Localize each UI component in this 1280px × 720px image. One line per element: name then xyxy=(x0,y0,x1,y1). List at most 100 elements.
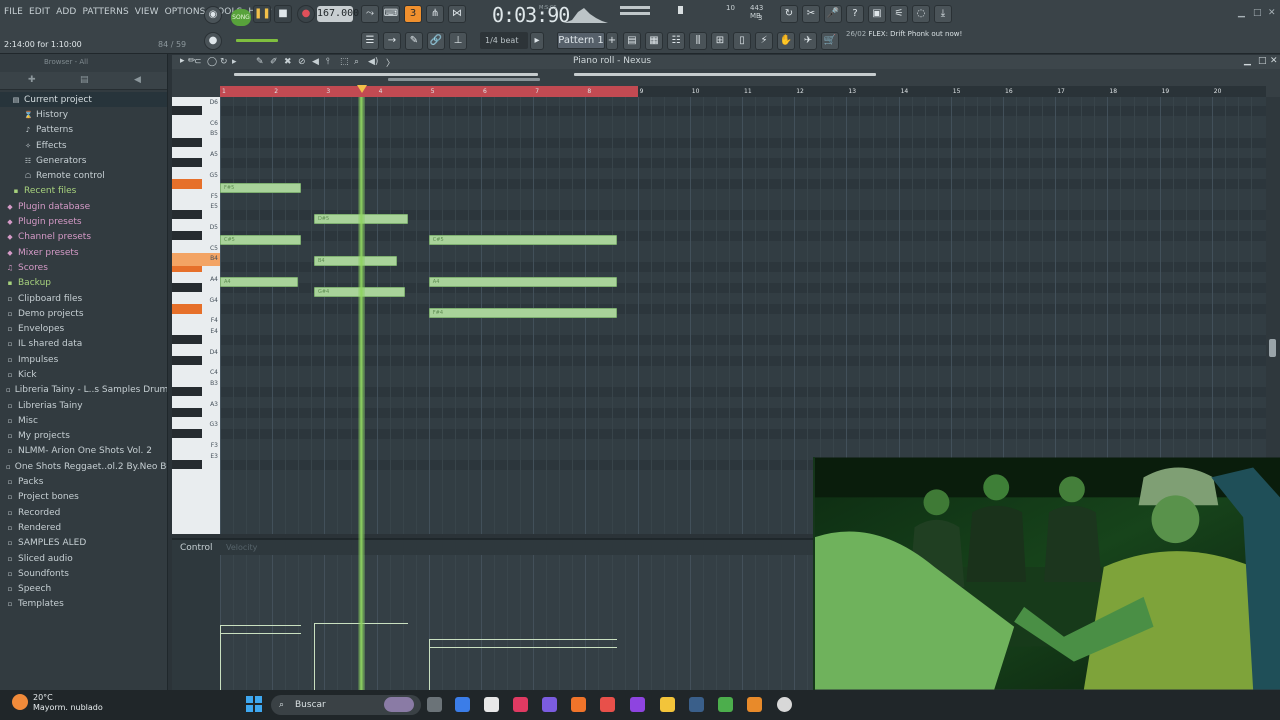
browser-item-nlmm-arion-one-shots-vol-2[interactable]: ▫ NLMM- Arion One Shots Vol. 2 xyxy=(0,444,167,459)
piano-roll-maximize-icon[interactable]: □ xyxy=(1258,56,1267,66)
browser-item-channel-presets[interactable]: ◆ Channel presets xyxy=(0,230,167,245)
download-icon[interactable]: ⤓ xyxy=(934,5,952,23)
song-time-display[interactable]: 0:03:90 xyxy=(492,3,570,27)
playlist-window-icon[interactable]: ▤ xyxy=(623,32,641,50)
plugin-picker-icon[interactable]: ⊞ xyxy=(711,32,729,50)
pattern-prev-icon[interactable]: ▸ xyxy=(530,32,544,50)
magnet-icon[interactable]: ⊂ xyxy=(194,57,202,67)
minimize-icon[interactable]: ▁ xyxy=(1238,8,1245,18)
browser-item-current-project[interactable]: ▤ Current project xyxy=(0,92,167,108)
zoom-scroll-thumb[interactable] xyxy=(574,73,876,76)
obs-icon[interactable] xyxy=(777,697,792,712)
control-target-selector[interactable]: Control xyxy=(180,543,213,553)
browser-item-misc[interactable]: ▫ Misc xyxy=(0,413,167,428)
piano-roll-window-icon[interactable]: ▦ xyxy=(645,32,663,50)
step-edit-icon[interactable]: ⋔ xyxy=(426,5,444,23)
help-icon[interactable]: ? xyxy=(846,5,864,23)
browser-item-soundfonts[interactable]: ▫ Soundfonts xyxy=(0,566,167,581)
browser-item-scores[interactable]: ♫ Scores xyxy=(0,260,167,275)
browser-item-templates[interactable]: ▫ Templates xyxy=(0,597,167,612)
piano-black-key[interactable] xyxy=(172,231,202,241)
slip-tool-icon[interactable]: ◀ xyxy=(312,57,319,67)
browser-item-impulses[interactable]: ▫ Impulses xyxy=(0,352,167,367)
browser-item-librerias-tainy[interactable]: ▫ Librerias Tainy xyxy=(0,398,167,413)
piano-keyboard[interactable]: D6 C6 B5 A5 G5 F5 E5 D5 C5 B4 A4 G4 F4 E4 D4 C4 B3 A3 G3 F3… xyxy=(172,97,220,534)
playhead-marker-icon[interactable] xyxy=(357,85,367,93)
browser-item-recorded[interactable]: ▫ Recorded xyxy=(0,505,167,520)
video-icon[interactable]: ✈ xyxy=(799,32,817,50)
piano-black-key[interactable] xyxy=(172,335,202,345)
browser-item-effects[interactable]: ✧ Effects xyxy=(0,138,167,153)
microphone-icon[interactable]: 🎤 xyxy=(824,5,842,23)
blend-notes-icon[interactable]: ⋈ xyxy=(448,5,466,23)
firefox-icon[interactable] xyxy=(571,697,586,712)
select-tool-icon[interactable]: ⬚ xyxy=(340,57,349,67)
browser-item-plugin-presets[interactable]: ◆ Plugin presets xyxy=(0,214,167,229)
velocity-bar[interactable] xyxy=(428,647,617,648)
delete-tool-icon[interactable]: ✖ xyxy=(284,57,292,67)
tiktok-icon[interactable] xyxy=(513,697,528,712)
link-icon[interactable]: 🔗 xyxy=(427,32,445,50)
draw-tool-icon[interactable]: ✎ xyxy=(256,57,264,67)
piano-black-key[interactable] xyxy=(172,460,202,469)
browser-speaker-icon[interactable]: ◀ xyxy=(134,75,141,85)
fl-studio-icon[interactable] xyxy=(747,697,762,712)
stop-icon[interactable]: ■ xyxy=(274,5,292,23)
project-browser-icon[interactable]: ▯ xyxy=(733,32,751,50)
velocity-lane[interactable] xyxy=(220,555,813,690)
weather-icon[interactable] xyxy=(12,694,28,710)
chat-icon[interactable]: ◌ xyxy=(912,5,930,23)
browser-item-samples-aled[interactable]: ▫ SAMPLES ALED xyxy=(0,536,167,551)
velocity-stem[interactable] xyxy=(428,647,430,690)
mixer-window-icon[interactable]: ⫼ xyxy=(689,32,707,50)
piano-black-key[interactable] xyxy=(172,408,202,417)
piano-black-key[interactable] xyxy=(172,179,202,190)
browser-item-plugin-database[interactable]: ◆ Plugin database xyxy=(0,199,167,214)
velocity-bar[interactable] xyxy=(220,625,301,626)
cut-icon[interactable]: ✂ xyxy=(802,5,820,23)
piano-roll-note[interactable]: A4 xyxy=(220,276,299,287)
velocity-stem[interactable] xyxy=(220,633,221,690)
menu-file[interactable]: FILE xyxy=(4,6,23,18)
app-icon[interactable] xyxy=(689,697,704,712)
record-circle-icon[interactable]: ◯ xyxy=(207,57,217,67)
paint-tool-icon[interactable]: ✐ xyxy=(270,57,278,67)
playlist-icon[interactable]: ☰ xyxy=(361,32,379,50)
browser-item-packs[interactable]: ▫ Packs xyxy=(0,474,167,489)
arrow-right-icon[interactable]: → xyxy=(383,32,401,50)
piano-black-key[interactable] xyxy=(172,158,202,168)
menu-options[interactable]: OPTIONS xyxy=(165,6,206,18)
browser-item-one-shots-reggaet-ol-2-by-neo-beats[interactable]: ▫One Shots Reggaet..ol.2 By.Neo Beats xyxy=(0,459,167,474)
news-ticker[interactable]: 26/02 FLEX: Drift Phonk out now! xyxy=(846,30,962,39)
vertical-scroll-thumb[interactable] xyxy=(1269,339,1276,357)
touch-keyboard-icon[interactable]: ✋ xyxy=(777,32,795,50)
browser-item-libreria-tainy-l-s-samples-drum-kit[interactable]: ▫ Libreria Tainy - L..s Samples Drum Kit xyxy=(0,383,167,398)
browser-item-kick[interactable]: ▫ Kick xyxy=(0,367,167,382)
browser-item-sliced-audio[interactable]: ▫ Sliced audio xyxy=(0,551,167,566)
time-scroll-thumb[interactable] xyxy=(234,73,538,76)
store-app-icon[interactable] xyxy=(484,697,499,712)
refresh-icon[interactable]: ↻ xyxy=(780,5,798,23)
browser-item-recent-files[interactable]: ▪ Recent files xyxy=(0,184,167,199)
piano-roll-note[interactable]: A4 xyxy=(428,276,617,287)
slice-tool-icon[interactable]: ⫯ xyxy=(326,57,330,67)
browser-item-il-shared-data[interactable]: ▫ IL shared data xyxy=(0,337,167,352)
piano-roll-note[interactable]: B4 xyxy=(313,256,398,266)
twitch-icon[interactable] xyxy=(630,697,645,712)
browser-item-generators[interactable]: ☷ Generators xyxy=(0,153,167,168)
plugin-icon[interactable]: ⚡ xyxy=(755,32,773,50)
file-explorer-icon[interactable] xyxy=(660,697,675,712)
piano-roll-menu-icon[interactable]: ▸ xyxy=(180,56,185,66)
menu-view[interactable]: VIEW xyxy=(135,6,159,18)
browser-item-remote-control[interactable]: ☖ Remote control xyxy=(0,168,167,183)
teams-icon[interactable] xyxy=(542,697,557,712)
snap-icon[interactable]: ⤳ xyxy=(361,5,379,23)
time-scrollbar[interactable] xyxy=(388,78,540,81)
velocity-bar[interactable] xyxy=(220,633,299,634)
browser-item-speech[interactable]: ▫ Speech xyxy=(0,582,167,597)
browser-item-history[interactable]: ⌛ History xyxy=(0,107,167,122)
browser-add-icon[interactable]: ✚ xyxy=(28,75,36,85)
task-view-icon[interactable] xyxy=(427,697,442,712)
piano-roll-minimize-icon[interactable]: ▁ xyxy=(1244,56,1251,66)
browser-item-envelopes[interactable]: ▫ Envelopes xyxy=(0,321,167,336)
